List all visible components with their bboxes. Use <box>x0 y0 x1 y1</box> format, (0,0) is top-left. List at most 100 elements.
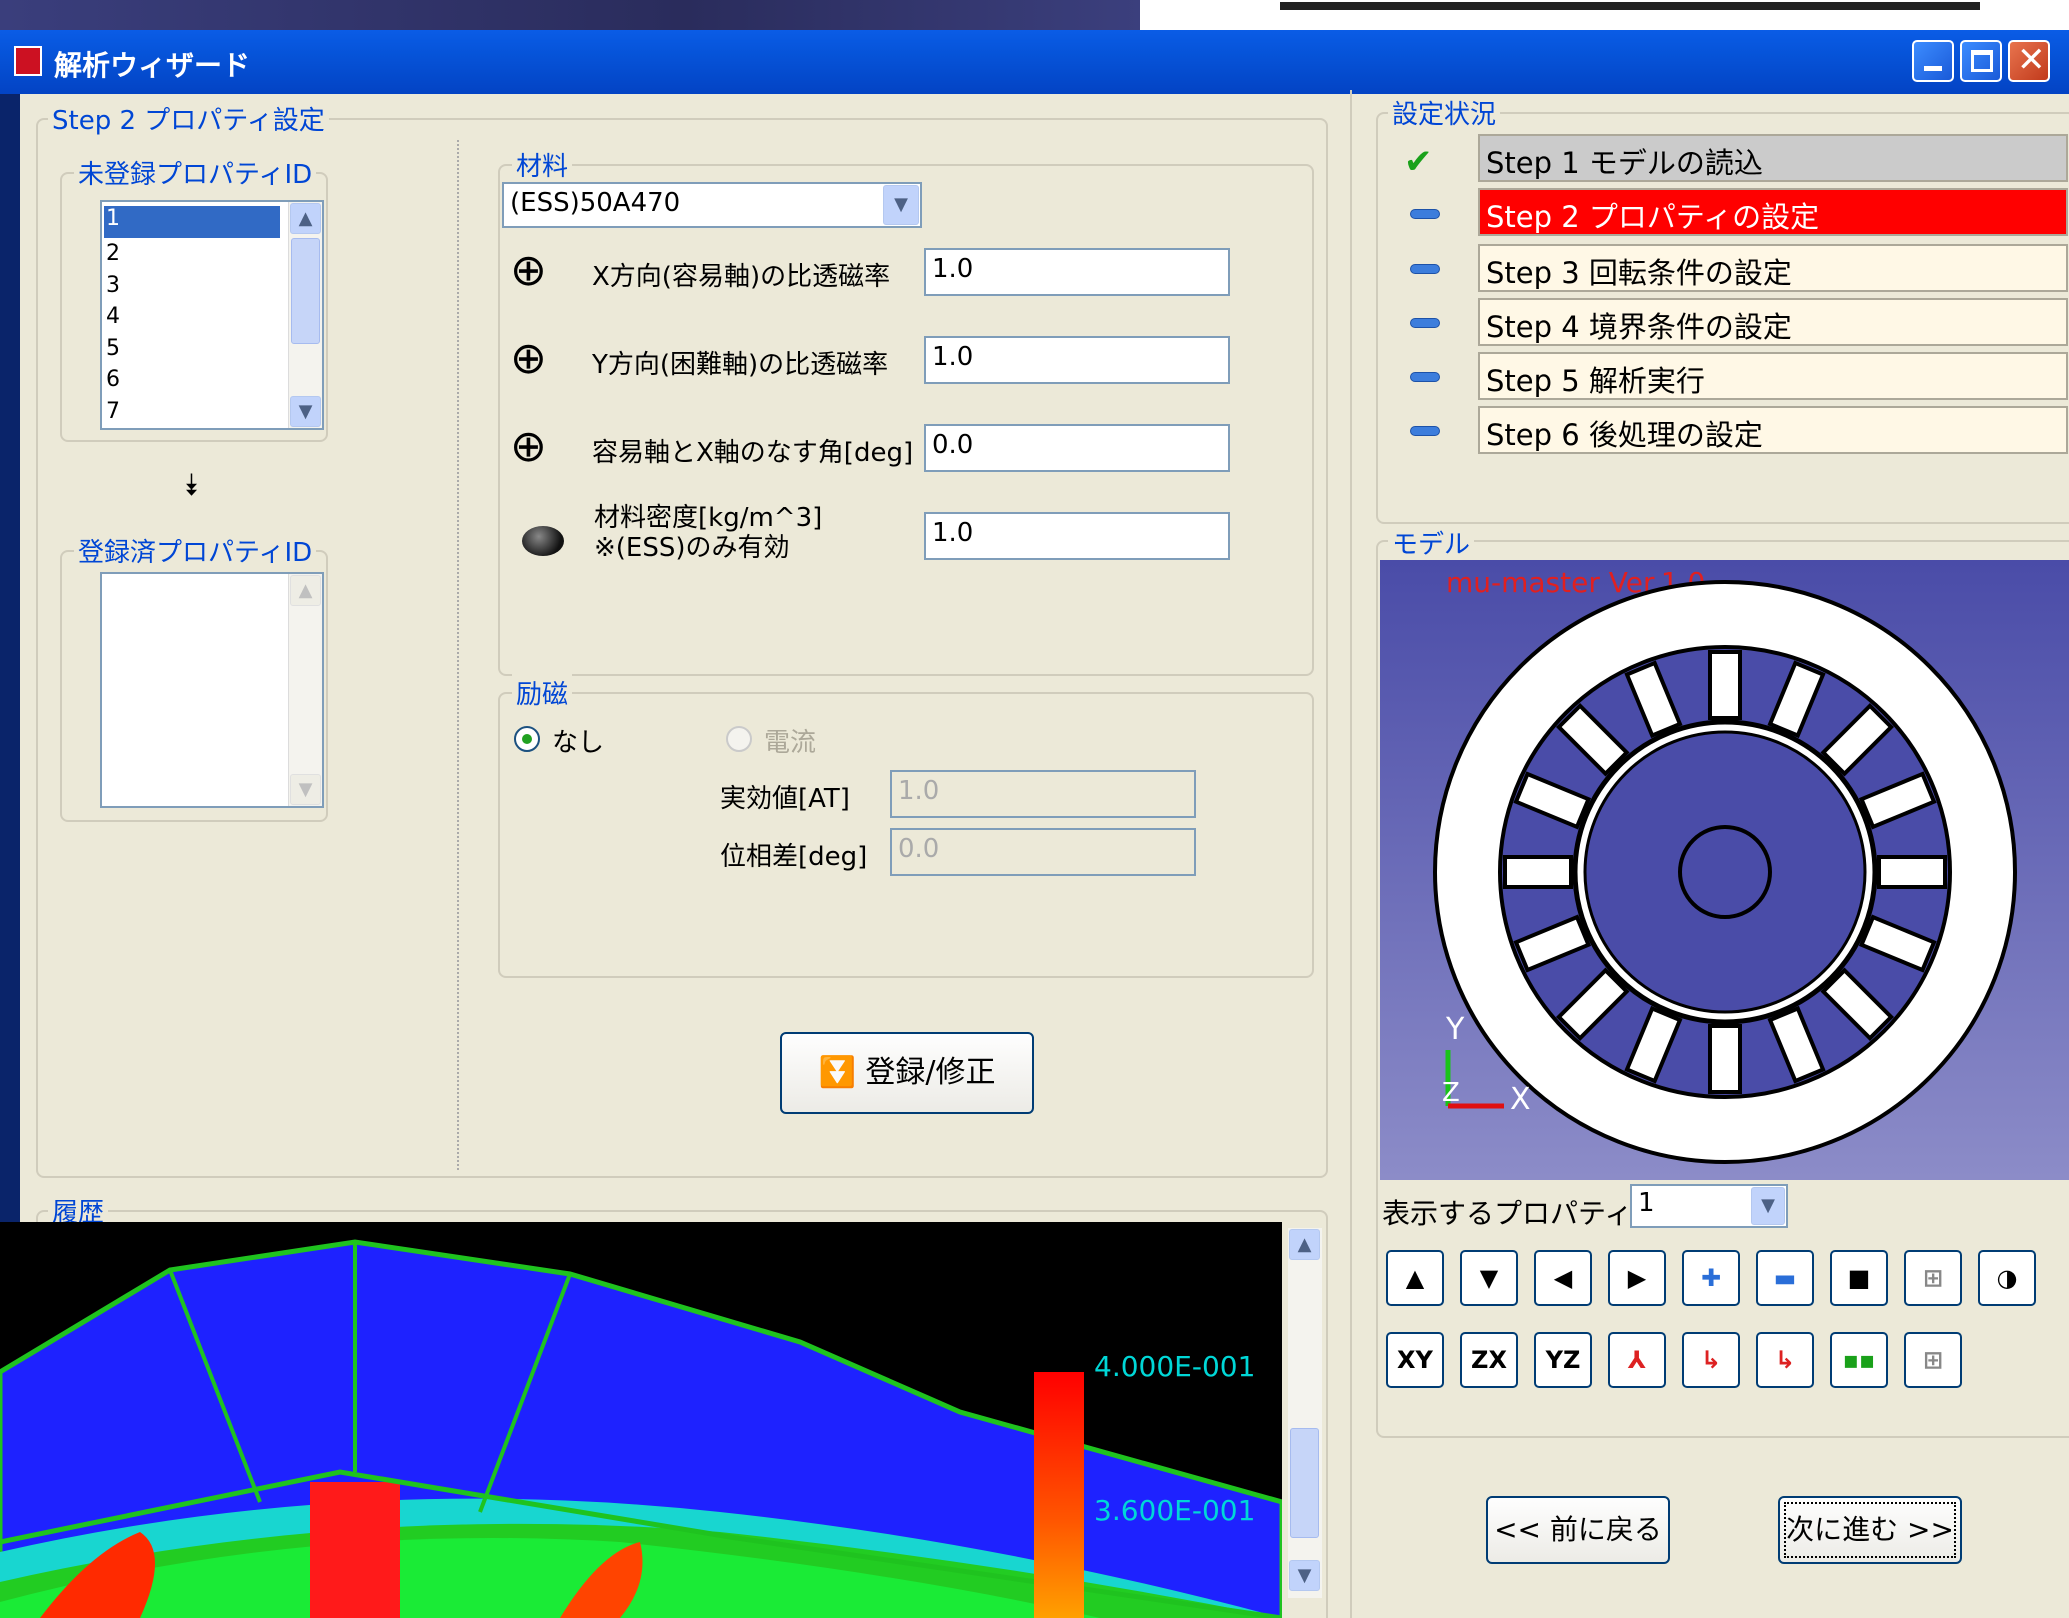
material-select-value: (ESS)50A470 <box>510 188 681 218</box>
density-input[interactable]: 1.0 <box>924 512 1230 560</box>
scroll-down-icon: ▼ <box>290 774 321 805</box>
title-bar: 解析ウィザード <box>0 30 2069 94</box>
zoom-in-button[interactable]: ✚ <box>1682 1250 1740 1306</box>
minus-icon: ▬ <box>1773 1264 1797 1292</box>
angle-input[interactable]: 0.0 <box>924 424 1230 472</box>
half-circle-icon: ◑ <box>1996 1264 2018 1292</box>
arrow-down-icon: ▼ <box>1479 1264 1499 1292</box>
view-iso-button[interactable]: ⅄ <box>1608 1332 1666 1388</box>
register-button[interactable]: ⏬ 登録/修正 <box>780 1032 1034 1114</box>
pan-left-button[interactable]: ◀ <box>1534 1250 1592 1306</box>
grid-button[interactable]: ⊞ <box>1904 1332 1962 1388</box>
display-prop-select[interactable]: 1 ▼ <box>1630 1184 1788 1228</box>
step-4: Step 4 境界条件の設定 <box>1478 298 2068 346</box>
scroll-down-icon[interactable]: ▼ <box>1289 1560 1320 1591</box>
motor-model <box>1433 580 2017 1164</box>
scroll-thumb[interactable] <box>291 238 320 344</box>
app-icon <box>14 46 42 76</box>
view-zx-button[interactable]: ZX <box>1460 1332 1518 1388</box>
angle-label: 容易軸とX軸のなす角[deg] <box>592 438 914 468</box>
chevron-down-icon[interactable]: ▼ <box>883 185 919 225</box>
list-item[interactable]: 4 <box>106 301 120 333</box>
minimize-button[interactable] <box>1912 40 1954 82</box>
check-icon: ✔ <box>1404 142 1433 182</box>
fit-button[interactable]: ■ <box>1830 1250 1888 1306</box>
move-down-icon: ⯯ <box>182 468 200 503</box>
list-item[interactable]: 3 <box>106 270 120 302</box>
material-select[interactable]: (ESS)50A470 ▼ <box>502 182 922 228</box>
close-button[interactable]: ✕ <box>2008 40 2050 82</box>
step2-group-label: Step 2 プロパティ設定 <box>48 100 329 137</box>
x-perm-input[interactable]: 1.0 <box>924 248 1230 296</box>
scroll-up-icon[interactable]: ▲ <box>1289 1229 1320 1260</box>
unregistered-listbox[interactable]: 1 2 3 4 5 6 7 ▲ ▼ <box>100 200 324 430</box>
pan-down-button[interactable]: ▼ <box>1460 1250 1518 1306</box>
axes-icon: ↳ <box>1700 1346 1722 1374</box>
scroll-down-icon[interactable]: ▼ <box>290 396 321 427</box>
pan-right-button[interactable]: ▶ <box>1608 1250 1666 1306</box>
center-button[interactable]: ⊞ <box>1904 1250 1962 1306</box>
status-label: 設定状況 <box>1388 94 1501 131</box>
phase-input[interactable]: 0.0 <box>890 828 1196 876</box>
scroll-thumb[interactable] <box>1290 1428 1319 1538</box>
y-perm-label: Y方向(困難軸)の比透磁率 <box>592 350 889 380</box>
registered-listbox[interactable]: ▲ ▼ <box>100 572 324 808</box>
mesh-icon: ▪▪ <box>1842 1346 1876 1374</box>
pending-icon <box>1410 426 1440 436</box>
grid-icon: ⊞ <box>1922 1346 1944 1374</box>
step-5: Step 5 解析実行 <box>1478 352 2068 400</box>
unregistered-scrollbar[interactable]: ▲ ▼ <box>288 202 322 428</box>
axis-z-label: Z <box>1442 1078 1460 1108</box>
history-scrollbar[interactable]: ▲ ▼ <box>1288 1228 1322 1598</box>
density-note: ※(ESS)のみ有効 <box>594 533 790 563</box>
legend-bar <box>1034 1372 1084 1618</box>
scroll-up-icon: ▲ <box>290 575 321 606</box>
view-axes-b-button[interactable]: ↳ <box>1756 1332 1814 1388</box>
model-viewer[interactable]: mu-master Ver.1.0 Y Z X <box>1380 560 2069 1180</box>
axes-iso-icon: ⅄ <box>1627 1346 1647 1374</box>
step-3: Step 3 回転条件の設定 <box>1478 244 2068 292</box>
back-button[interactable]: << 前に戻る <box>1486 1496 1670 1564</box>
permeability-y-icon: ⊕ <box>510 333 547 384</box>
scroll-up-icon[interactable]: ▲ <box>290 203 321 234</box>
register-button-label: 登録/修正 <box>865 1055 996 1090</box>
step-6: Step 6 後処理の設定 <box>1478 406 2068 454</box>
zoom-out-button[interactable]: ▬ <box>1756 1250 1814 1306</box>
pending-icon <box>1410 209 1440 219</box>
step-2: Step 2 プロパティの設定 <box>1478 188 2068 236</box>
rms-input[interactable]: 1.0 <box>890 770 1196 818</box>
list-item[interactable]: 1 <box>104 206 280 238</box>
unregistered-label: 未登録プロパティID <box>74 154 317 191</box>
registered-label: 登録済プロパティID <box>74 532 317 569</box>
contour-overlay: 4.000E-001 3.600E-001 <box>0 1222 1282 1618</box>
arrow-left-icon: ◀ <box>1553 1264 1573 1292</box>
next-button[interactable]: 次に進む >> <box>1778 1496 1962 1564</box>
pan-up-button[interactable]: ▲ <box>1386 1250 1444 1306</box>
excitation-label: 励磁 <box>512 674 573 711</box>
density-icon <box>522 526 564 556</box>
radio-current[interactable] <box>726 726 752 752</box>
list-item[interactable]: 5 <box>106 333 120 365</box>
list-items-rest: 2 3 4 5 6 7 <box>106 238 120 427</box>
maximize-button[interactable] <box>1960 40 2002 82</box>
x-perm-label: X方向(容易軸)の比透磁率 <box>592 262 891 292</box>
shading-button[interactable]: ◑ <box>1978 1250 2036 1306</box>
step-1: Step 1 モデルの読込 <box>1478 134 2068 182</box>
list-item[interactable]: 2 <box>106 238 120 270</box>
y-perm-input[interactable]: 1.0 <box>924 336 1230 384</box>
view-xy-button[interactable]: XY <box>1386 1332 1444 1388</box>
double-down-icon: ⏬ <box>818 1055 856 1090</box>
chevron-down-icon[interactable]: ▼ <box>1751 1187 1785 1225</box>
arrow-up-icon: ▲ <box>1405 1264 1425 1292</box>
axes-icon: ↳ <box>1774 1346 1796 1374</box>
list-item[interactable]: 7 <box>106 396 120 428</box>
radio-none[interactable] <box>514 726 540 752</box>
material-group <box>498 164 1314 676</box>
panel-separator <box>1350 90 1352 1618</box>
density-label: 材料密度[kg/m^3] <box>594 503 823 533</box>
view-axes-a-button[interactable]: ↳ <box>1682 1332 1740 1388</box>
list-item[interactable]: 6 <box>106 364 120 396</box>
crosshair-icon: ⊞ <box>1922 1264 1944 1292</box>
view-yz-button[interactable]: YZ <box>1534 1332 1592 1388</box>
mesh-button[interactable]: ▪▪ <box>1830 1332 1888 1388</box>
